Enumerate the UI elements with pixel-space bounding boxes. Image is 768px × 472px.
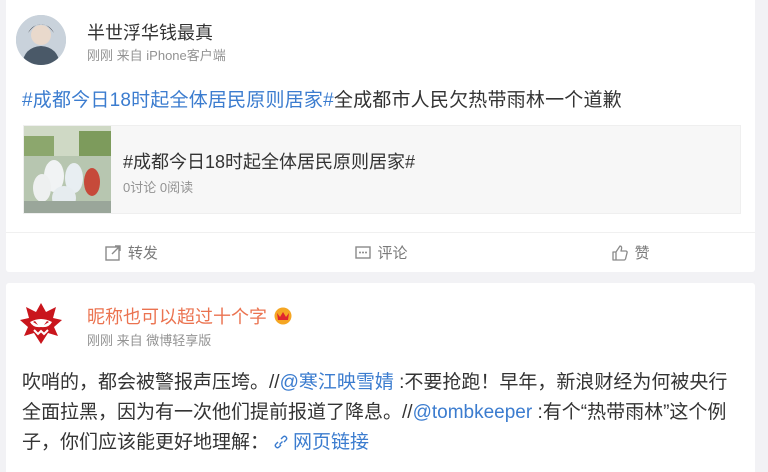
topic-card-image <box>24 126 111 213</box>
post-meta: 刚刚 来自 iPhone客户端 <box>87 45 226 64</box>
post-action-bar: 转发 评论 赞 <box>6 232 755 272</box>
post-meta: 刚刚 来自 微博轻享版 <box>87 330 211 349</box>
repost-button[interactable]: 转发 <box>6 233 256 272</box>
demon-mask-icon <box>20 303 62 344</box>
topic-card-stats: 0讨论 0阅读 <box>123 180 194 195</box>
web-link[interactable]: 网页链接 <box>269 432 369 453</box>
like-label: 赞 <box>634 245 650 262</box>
comment-button[interactable]: 评论 <box>256 233 506 272</box>
post-author-name[interactable]: 半世浮华钱最真 <box>87 19 213 45</box>
post-text: #成都今日18时起全体居民原则居家#全成都市人民欠热带雨林一个道歉 <box>22 85 622 112</box>
post-time[interactable]: 刚刚 <box>87 48 113 63</box>
post-text-body: 全成都市人民欠热带雨林一个道歉 <box>333 90 622 111</box>
post-time[interactable]: 刚刚 <box>87 333 113 348</box>
post-from-label: 来自 <box>116 333 143 348</box>
topic-tag-link[interactable]: #成都今日18时起全体居民原则居家# <box>22 90 334 111</box>
topic-card[interactable]: #成都今日18时起全体居民原则居家# 0讨论 0阅读 <box>23 125 741 214</box>
thumbs-up-icon <box>612 244 628 261</box>
author-name-link[interactable]: 昵称也可以超过十个字 <box>87 303 267 329</box>
repost-icon <box>105 244 121 261</box>
post-text-part: 吹哨的，都会被警报声压垮。// <box>22 372 280 393</box>
post-author-name: 昵称也可以超过十个字 <box>87 303 293 329</box>
avatar[interactable] <box>16 298 66 348</box>
mention-link[interactable]: @tombkeeper <box>413 402 533 423</box>
comment-label: 评论 <box>377 245 408 262</box>
topic-card-title[interactable]: #成都今日18时起全体居民原则居家# <box>123 148 415 174</box>
web-link-label[interactable]: 网页链接 <box>293 432 369 453</box>
post-text: 吹哨的，都会被警报声压垮。//@寒江映雪婧 :不要抢跑！早年，新浪财经为何被央行… <box>22 368 734 458</box>
post-source[interactable]: iPhone客户端 <box>146 48 225 63</box>
comment-icon <box>354 245 371 259</box>
vip-crown-icon[interactable] <box>273 307 293 325</box>
link-icon <box>274 435 288 449</box>
like-button[interactable]: 赞 <box>505 233 755 272</box>
avatar[interactable] <box>16 15 66 65</box>
mention-link[interactable]: @寒江映雪婧 <box>280 372 394 393</box>
avatar-photo <box>16 15 66 65</box>
repost-label: 转发 <box>127 245 158 262</box>
post-from-label: 来自 <box>116 48 143 63</box>
post-source[interactable]: 微博轻享版 <box>146 333 211 348</box>
